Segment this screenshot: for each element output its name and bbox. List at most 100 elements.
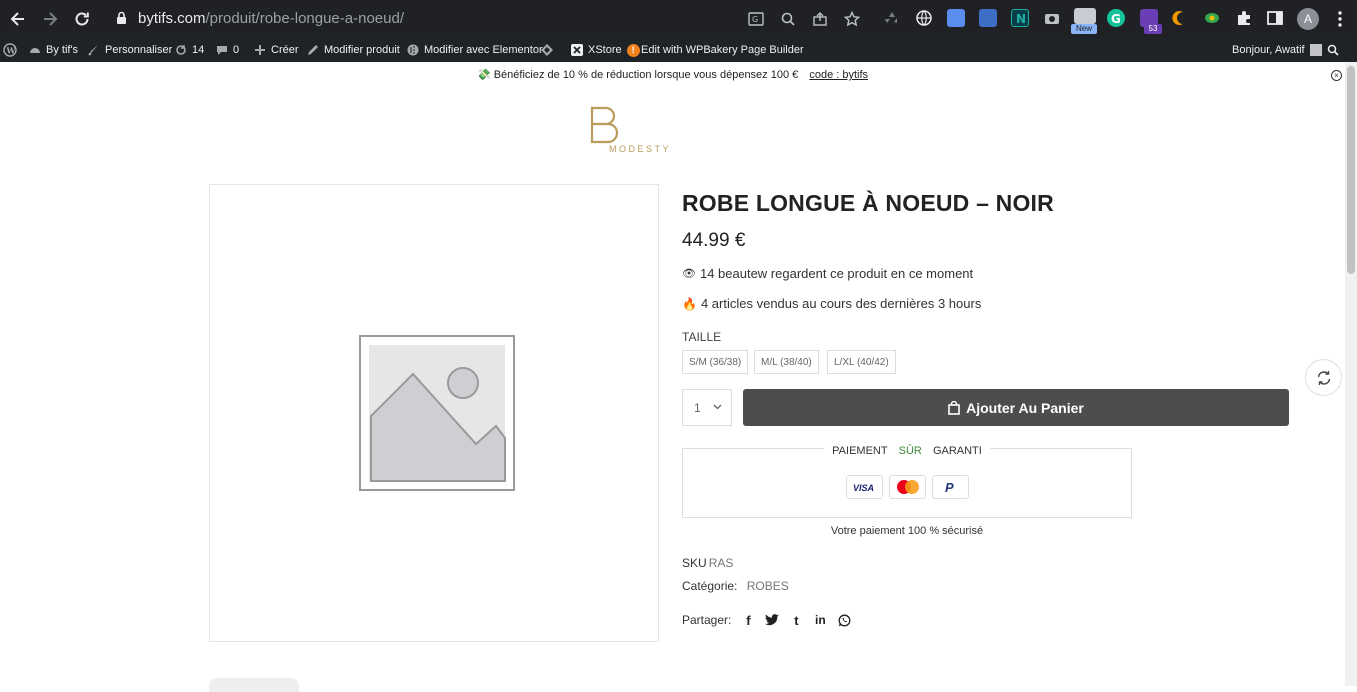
- news-extension-icon[interactable]: [1074, 8, 1096, 24]
- brush-icon: [88, 45, 98, 56]
- customize-label: Personnaliser: [105, 44, 173, 56]
- refresh-icon: [1317, 370, 1330, 385]
- svg-text:W: W: [6, 46, 17, 56]
- search-icon[interactable]: [1327, 38, 1339, 62]
- payment-secure-text: Votre paiement 100 % sécurisé: [830, 525, 984, 537]
- site-name-label: By tif's: [46, 44, 79, 56]
- money-icon: 💸: [476, 69, 491, 81]
- docs-extension-icon[interactable]: [947, 9, 965, 27]
- page-scrollbar[interactable]: [1345, 62, 1357, 686]
- wpbakery-label: Edit with WPBakery Page Builder: [641, 44, 804, 56]
- adminbar-edit-product[interactable]: Modifier produit: [307, 38, 400, 62]
- adminbar-diamond[interactable]: [541, 38, 553, 62]
- url-text[interactable]: bytifs.com/produit/robe-longue-a-noeud/: [138, 10, 404, 27]
- promo-bar: 💸 Bénéficiez de 10 % de réduction lorsqu…: [0, 62, 1345, 88]
- browser-toolbar: bytifs.com/produit/robe-longue-a-noeud/ …: [0, 0, 1357, 38]
- share-icon[interactable]: [810, 9, 830, 29]
- linkedin-icon[interactable]: in: [813, 613, 827, 627]
- sku-label: SKU: [682, 556, 707, 570]
- updates-icon: [176, 45, 186, 55]
- translate-icon[interactable]: G: [746, 9, 766, 29]
- bookmark-star-icon[interactable]: [842, 9, 862, 29]
- scrollbar-thumb[interactable]: [1347, 66, 1355, 274]
- live-viewers: 👁 14 beautew regardent ce produit en ce …: [682, 266, 973, 281]
- adminbar-account[interactable]: Bonjour, Awatif: [1232, 38, 1322, 62]
- updates-count: 14: [192, 44, 205, 56]
- product-title: ROBE LONGUE À NOEUD – NOIR: [682, 190, 1054, 216]
- recycle-extension-icon[interactable]: [883, 9, 901, 27]
- category-label: Catégorie:: [682, 579, 738, 593]
- promo-code-link[interactable]: code : bytifs: [809, 69, 868, 81]
- product-image[interactable]: [209, 184, 659, 642]
- wp-admin-bar: W By tif's Personnaliser 14 0 Créer Modi…: [0, 38, 1357, 62]
- zoom-icon[interactable]: [778, 9, 798, 29]
- elementor-icon: [407, 44, 419, 56]
- chevron-down-icon: [713, 404, 722, 410]
- add-to-cart-button[interactable]: Ajouter Au Panier: [743, 389, 1289, 426]
- size-option-lxl[interactable]: L/XL (40/42): [827, 350, 896, 374]
- refresh-floating-button[interactable]: [1305, 359, 1342, 396]
- profile-avatar[interactable]: A: [1297, 8, 1319, 30]
- extensions-puzzle-icon[interactable]: [1235, 9, 1253, 27]
- share-label: Partager:: [682, 613, 732, 627]
- adminbar-create[interactable]: Créer: [254, 38, 299, 62]
- side-panel-icon[interactable]: [1266, 9, 1284, 27]
- count-badge: 53: [1144, 24, 1162, 34]
- orange-extension-icon[interactable]: [1172, 9, 1190, 27]
- payment-trust-box: PAIEMENT SÛR GARANTI VISA P: [682, 445, 1132, 518]
- menu-kebab-icon[interactable]: [1330, 9, 1350, 29]
- size-label: TAILLE: [682, 330, 722, 344]
- mastercard-icon: [889, 475, 926, 499]
- edit-product-label: Modifier produit: [324, 44, 400, 56]
- adminbar-xstore[interactable]: XStore !: [571, 38, 640, 62]
- camera-extension-icon[interactable]: [1043, 9, 1061, 27]
- twitter-icon[interactable]: [765, 613, 780, 627]
- viewers-text: 14 beautew regardent ce produit en ce mo…: [699, 266, 974, 281]
- adminbar-wpbakery[interactable]: Edit with WPBakery Page Builder: [641, 38, 804, 62]
- n-extension-icon[interactable]: N: [1011, 9, 1029, 27]
- xstore-alert-badge: !: [626, 43, 640, 57]
- adminbar-comments[interactable]: 0: [216, 38, 239, 62]
- xstore-icon: [571, 44, 583, 56]
- adminbar-customize[interactable]: Personnaliser: [88, 38, 172, 62]
- grammarly-extension-icon[interactable]: G: [1107, 9, 1125, 27]
- facebook-icon[interactable]: f: [741, 613, 755, 628]
- diamond-icon: [541, 44, 553, 56]
- globe-extension-icon[interactable]: [915, 9, 933, 27]
- translate-extension-icon[interactable]: [979, 9, 997, 27]
- color-extension-icon[interactable]: [1203, 9, 1221, 27]
- adminbar-updates[interactable]: 14: [175, 38, 204, 62]
- sku-row: SKU RAS: [682, 556, 733, 570]
- size-option-ml[interactable]: M/L (38/40): [754, 350, 819, 374]
- description-tab[interactable]: [209, 678, 299, 692]
- size-option-sm[interactable]: S/M (36/38): [682, 350, 749, 374]
- logo-mark-icon: [590, 106, 619, 144]
- lock-icon[interactable]: [116, 11, 127, 30]
- reload-icon[interactable]: [70, 7, 94, 31]
- svg-text:VISA: VISA: [853, 483, 874, 492]
- quantity-select[interactable]: 1: [682, 389, 732, 426]
- dashboard-icon: [30, 48, 40, 53]
- wordpress-logo-icon[interactable]: W: [3, 38, 17, 62]
- new-badge: New: [1071, 24, 1097, 34]
- edit-elementor-label: Modifier avec Elementor: [424, 44, 543, 56]
- whatsapp-icon[interactable]: [837, 613, 851, 627]
- promo-text: Bénéficiez de 10 % de réduction lorsque …: [493, 69, 799, 81]
- svg-text:G: G: [752, 15, 758, 24]
- category-link[interactable]: ROBES: [747, 579, 789, 593]
- xstore-label: XStore: [588, 44, 622, 56]
- image-placeholder-icon: [358, 334, 516, 499]
- forward-icon[interactable]: [38, 7, 62, 31]
- visa-icon: VISA: [846, 475, 883, 499]
- adminbar-site-name[interactable]: By tif's: [29, 38, 78, 62]
- close-icon[interactable]: ×: [1331, 70, 1342, 81]
- plus-icon: [255, 45, 265, 55]
- shopping-bag-icon: [948, 400, 960, 415]
- svg-text:P: P: [945, 480, 954, 495]
- tumblr-icon[interactable]: t: [789, 613, 803, 628]
- comment-icon: [217, 46, 227, 55]
- product-price: 44.99 €: [682, 230, 746, 251]
- back-icon[interactable]: [6, 7, 30, 31]
- logo-wordmark: MODESTY: [609, 144, 672, 154]
- adminbar-edit-elementor[interactable]: Modifier avec Elementor: [407, 38, 543, 62]
